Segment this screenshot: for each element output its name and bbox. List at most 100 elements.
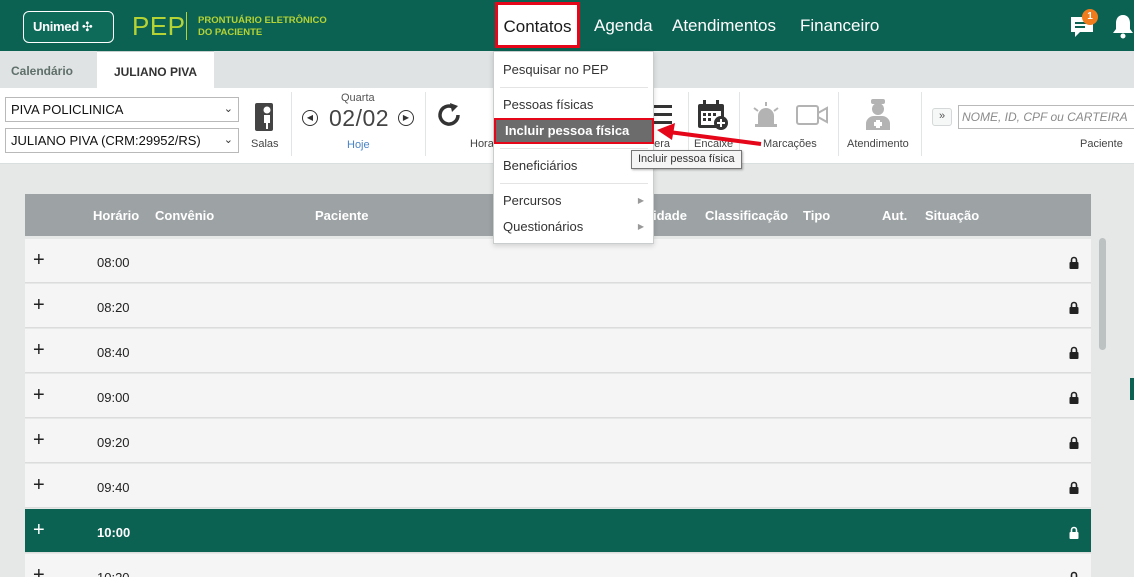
chat-button[interactable]: 1 [1069,9,1098,37]
toolbar-divider [291,92,292,156]
doctor-select[interactable]: JULIANO PIVA (CRM:29952/RS) ⌄ [5,128,239,153]
menu-divider [500,183,648,184]
app-subtitle-line2: DO PACIENTE [198,27,263,38]
nav-atendimentos[interactable]: Atendimentos [672,0,776,51]
add-appointment-icon[interactable]: + [33,250,45,270]
slot-time: 10:20 [97,570,130,577]
paciente-label: Paciente [1080,138,1123,150]
schedule-row[interactable]: +09:00 [25,374,1091,418]
weekday-label: Quarta [341,92,375,104]
clinic-select[interactable]: PIVA POLICLINICA ⌄ [5,97,239,122]
table-scrollbar[interactable] [1099,238,1106,350]
hora-label: Hora [470,138,494,150]
next-day-button[interactable]: ▶ [398,110,414,126]
col-aut[interactable]: Aut. [882,208,907,223]
doctor-icon [866,99,890,130]
app-subtitle: PRONTUÁRIO ELETRÔNICO DO PACIENTE [198,15,327,39]
contatos-dropdown-menu: Pesquisar no PEP Pessoas físicas Incluir… [493,51,654,244]
add-appointment-icon[interactable]: + [33,520,45,540]
col-situacao[interactable]: Situação [925,208,979,223]
menu-item-incluir-pessoa-fisica[interactable]: Incluir pessoa física [494,118,654,144]
add-appointment-icon[interactable]: + [33,565,45,577]
search-toggle-button[interactable]: » [932,108,952,126]
salas-button[interactable]: Salas [247,98,285,158]
menu-item-questionarios[interactable]: Questionários ▶ [494,216,653,238]
add-appointment-icon[interactable]: + [33,475,45,495]
schedule-row[interactable]: +10:20 [25,554,1091,577]
chevron-left-icon: ◀ [306,113,314,122]
chevron-right-icon: ▶ [402,113,410,122]
col-convenio[interactable]: Convênio [155,208,214,223]
lock-icon [1069,526,1079,539]
slot-time: 10:00 [97,525,131,540]
add-appointment-icon[interactable]: + [33,295,45,315]
menu-item-pessoas-fisicas[interactable]: Pessoas físicas [494,94,653,116]
app-subtitle-line1: PRONTUÁRIO ELETRÔNICO [198,15,327,26]
submenu-arrow-icon: ▶ [637,222,644,231]
slot-time: 09:40 [97,480,130,495]
lock-icon [1069,346,1079,359]
schedule-row[interactable]: +09:20 [25,419,1091,463]
chat-badge: 1 [1082,9,1098,25]
col-paciente[interactable]: Paciente [315,208,368,223]
hora-button[interactable]: Hora [432,100,494,160]
refresh-icon [438,103,460,126]
prev-day-button[interactable]: ◀ [302,110,318,126]
add-appointment-icon[interactable]: + [33,340,45,360]
schedule-row[interactable]: +09:40 [25,464,1091,508]
unimed-logo[interactable]: Unimed ✣ [23,11,114,43]
tab-calendario[interactable]: Calendário [0,51,84,88]
menu-item-percursos-label: Percursos [503,193,562,208]
toolbar-divider [425,92,426,156]
room-door-icon [255,103,273,131]
chevron-down-icon: ⌄ [223,134,233,146]
col-idade[interactable]: idade [653,208,687,223]
tab-juliano-piva[interactable]: JULIANO PIVA [97,51,214,88]
add-appointment-icon[interactable]: + [33,430,45,450]
lock-icon [1069,571,1079,577]
lock-icon [1069,436,1079,449]
nav-financeiro[interactable]: Financeiro [800,0,879,51]
annotation-red-arrow-icon [657,123,762,146]
app-name: PEP [132,11,186,41]
today-link[interactable]: Hoje [347,139,370,151]
unimed-logo-mark-icon: ✣ [81,19,93,34]
slot-time: 08:40 [97,345,130,360]
slot-time: 09:00 [97,390,130,405]
slot-time: 09:20 [97,435,130,450]
menu-item-beneficiarios[interactable]: Beneficiários [494,155,653,177]
nav-contatos[interactable]: Contatos [495,2,580,48]
current-date: 02/02 [329,105,390,131]
atendimento-label: Atendimento [847,138,909,150]
marcacoes-label: Marcações [763,138,817,150]
menu-divider [500,87,648,88]
add-appointment-icon[interactable]: + [33,385,45,405]
atendimento-button[interactable]: Atendimento [843,98,915,158]
schedule-row[interactable]: +08:20 [25,284,1091,328]
salas-label: Salas [251,138,279,150]
col-horario[interactable]: Horário [93,208,139,223]
side-marker [1130,378,1134,400]
submenu-arrow-icon: ▶ [637,196,644,205]
toolbar-divider [921,92,922,156]
app-header: Unimed ✣ PEP PRONTUÁRIO ELETRÔNICO DO PAC… [0,0,1134,51]
lock-icon [1069,256,1079,269]
patient-search-input[interactable] [958,105,1134,129]
col-classificacao[interactable]: Classificação [705,208,788,223]
nav-agenda[interactable]: Agenda [594,0,653,51]
schedule-row[interactable]: +08:40 [25,329,1091,373]
video-camera-icon[interactable] [795,104,829,128]
schedule-row[interactable]: +10:00 [25,509,1091,553]
menu-item-percursos[interactable]: Percursos ▶ [494,190,653,212]
toolbar-divider [838,92,839,156]
menu-item-pesquisar-pep[interactable]: Pesquisar no PEP [494,59,653,81]
menu-tooltip: Incluir pessoa física [631,150,742,169]
app-name-divider [186,12,187,40]
chevron-down-icon: ⌄ [223,103,233,115]
bell-icon [1113,15,1133,39]
menu-item-questionarios-label: Questionários [503,219,584,234]
schedule-row[interactable]: +08:00 [25,239,1091,283]
notifications-button[interactable] [1112,13,1134,39]
lock-icon [1069,481,1079,494]
col-tipo[interactable]: Tipo [803,208,830,223]
